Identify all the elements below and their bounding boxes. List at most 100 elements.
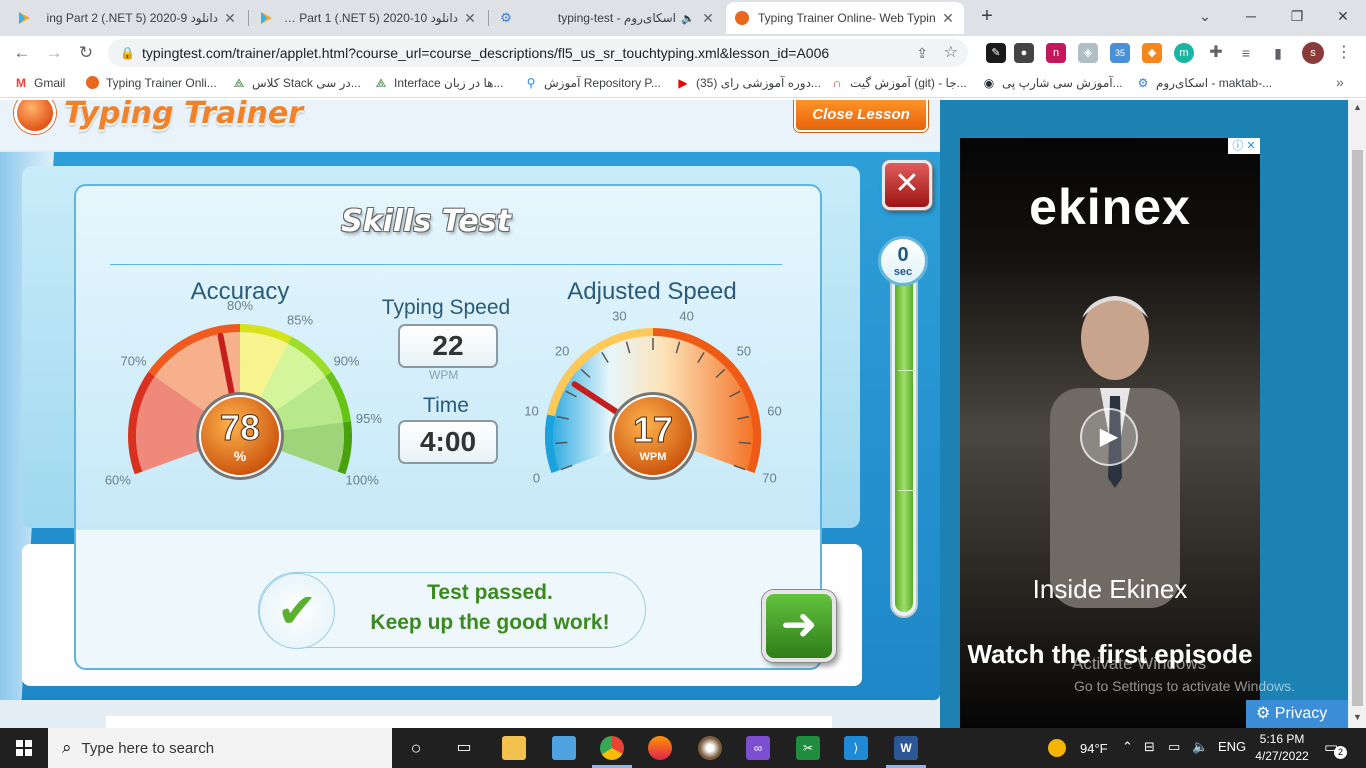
tab-2[interactable]: دانلود 10-2020 (NET 5.) ing Part 1 ✕ (250, 2, 486, 34)
play-video-icon[interactable]: ▶ (1080, 408, 1138, 466)
extension-m-icon[interactable]: m (1174, 43, 1194, 63)
vscode-icon[interactable]: ⟩ (844, 736, 868, 760)
minimize-button[interactable]: ─ (1228, 4, 1274, 28)
bookmark-youtube[interactable]: ▶ (35) دوره آموزشی رای... (676, 76, 821, 90)
tab-search-icon[interactable]: ⌄ (1182, 4, 1228, 28)
notification-center-icon[interactable]: ▭ 2 (1324, 738, 1347, 759)
bookmark-stack[interactable]: ⟁ کلاس Stack در سی... (232, 76, 361, 90)
time-value: 4:00 (398, 420, 498, 464)
reading-list-icon[interactable]: ≡ (1236, 43, 1256, 63)
extension-badge-icon[interactable]: 35 (1110, 43, 1130, 63)
bookmarks-overflow-icon[interactable]: » (1336, 74, 1344, 90)
windows-start-button[interactable] (0, 728, 48, 768)
extension-dots-icon[interactable]: ● (1014, 43, 1034, 63)
tab-4-active[interactable]: Typing Trainer Online- Web Typin ✕ (726, 2, 964, 34)
metamask-icon[interactable]: ◆ (1142, 43, 1162, 63)
next-arrow-button[interactable]: ➜ (762, 590, 836, 662)
side-panel-icon[interactable]: ▮ (1268, 43, 1288, 63)
typing-speed-value: 22 (398, 324, 498, 368)
bookmark-repository[interactable]: ⚲ آموزش Repository P... (524, 76, 661, 90)
privacy-button[interactable]: ⚙ Privacy (1246, 700, 1348, 728)
speed-tick-label: 30 (612, 309, 626, 324)
word-icon[interactable]: W (894, 736, 918, 760)
tray-chevron-icon[interactable]: ⌃ (1122, 739, 1133, 755)
bookmark-typing-trainer[interactable]: Typing Trainer Onli... (86, 76, 217, 90)
bookmark-interface[interactable]: ⟁ Interface ها در زبان... (374, 76, 504, 90)
browser-menu-icon[interactable]: ⋮ (1336, 42, 1352, 62)
bookmark-csharp[interactable]: ◉ آموزش سی شارپ پی... (982, 76, 1123, 90)
scroll-up-icon[interactable]: ▲ (1353, 102, 1362, 112)
tab-3[interactable]: ⚙ اسکای‌روم - typing-test 🔈 ✕ (490, 2, 724, 34)
close-dialog-button[interactable]: ✕ (882, 160, 932, 210)
extension-n-icon[interactable]: n (1046, 43, 1066, 63)
close-tab-icon[interactable]: ✕ (462, 10, 478, 27)
profile-avatar[interactable]: s (1302, 42, 1324, 64)
checkmark-icon: ✔ (259, 573, 335, 649)
close-tab-icon[interactable]: ✕ (700, 10, 716, 27)
back-icon[interactable]: ← (10, 41, 34, 65)
codelike-icon: ⟁ (375, 76, 387, 90)
lock-icon: 🔒 (120, 46, 135, 60)
network-icon[interactable]: ⊟ (1144, 739, 1155, 755)
file-explorer-icon[interactable] (502, 736, 526, 760)
bookmark-label: کلاس Stack در سی... (252, 76, 361, 90)
bookmark-gmail[interactable]: M Gmail (14, 76, 65, 90)
media-player-icon[interactable] (698, 736, 722, 760)
typing-trainer-icon (734, 10, 750, 26)
bookmark-label: Gmail (34, 76, 66, 90)
bookmark-label: آموزش Repository P... (544, 76, 661, 90)
speed-tick-label: 40 (679, 309, 693, 324)
skills-test-title: Skills Test (341, 204, 511, 239)
computer-icon[interactable] (552, 736, 576, 760)
bookmark-git[interactable]: ∩ آموزش گیت (git) - جا... (830, 76, 967, 90)
address-bar[interactable]: 🔒 typingtest.com/trainer/applet.html?cou… (108, 39, 968, 67)
language-indicator[interactable]: ENG (1218, 739, 1246, 754)
adjusted-speed-unit: WPM (640, 451, 667, 463)
extension-pen-icon[interactable]: ✎ (986, 43, 1006, 63)
new-tab-button[interactable]: + (976, 6, 998, 28)
maximize-button[interactable]: ❐ (1274, 4, 1320, 28)
accuracy-gauge: 60% 70% 80% 85% 90% 95% 100% 78 % (105, 300, 383, 487)
timer-unit: sec (893, 266, 913, 278)
ekinex-video-ad[interactable]: ekinex ▶ Inside Ekinex Watch the first e… (960, 138, 1260, 728)
reload-icon[interactable]: ↻ (74, 41, 98, 65)
typing-trainer-logo[interactable]: Typing Trainer (14, 100, 303, 134)
title-divider (110, 264, 782, 265)
scrollbar-thumb[interactable] (1352, 150, 1363, 706)
result-line-2: Keep up the good work! (370, 611, 610, 634)
scroll-down-icon[interactable]: ▼ (1353, 712, 1362, 722)
bookmark-star-icon[interactable]: ☆ (944, 39, 958, 67)
display-icon[interactable]: ▭ (1168, 739, 1180, 755)
url-text: typingtest.com/trainer/applet.html?cours… (142, 45, 830, 61)
task-view-icon[interactable]: ▭ (452, 736, 476, 760)
volume-icon[interactable]: 🔈 (1192, 739, 1208, 755)
firefox-icon[interactable] (648, 736, 672, 760)
tab-title: Typing Trainer Online- Web Typin (758, 11, 936, 25)
timer-progress-fill (895, 252, 916, 612)
close-window-button[interactable]: ✕ (1320, 4, 1366, 28)
forward-icon[interactable]: → (42, 41, 66, 65)
cortana-icon[interactable]: ○ (404, 736, 428, 760)
extension-shield-icon[interactable]: ◈ (1078, 43, 1098, 63)
bookmark-skyroom[interactable]: ⚙ اسکای‌روم - maktab-... (1136, 76, 1273, 90)
ad-choices-icon[interactable]: ⓘ ✕ (1228, 138, 1260, 154)
accuracy-tick-label: 80% (227, 300, 253, 313)
weather-widget[interactable]: 94°F (1048, 739, 1108, 757)
page-scrollbar[interactable]: ▲ ▼ (1349, 100, 1366, 728)
close-lesson-button[interactable]: Close Lesson (794, 100, 928, 132)
close-tab-icon[interactable]: ✕ (940, 10, 956, 27)
close-tab-icon[interactable]: ✕ (222, 10, 238, 27)
snipping-tool-icon[interactable]: ✂ (796, 736, 820, 760)
taskbar-search[interactable]: ⌕ Type here to search (48, 728, 392, 768)
bookmark-label: Interface ها در زبان... (394, 76, 504, 90)
visual-studio-icon[interactable]: ∞ (746, 736, 770, 760)
chrome-icon[interactable] (600, 736, 624, 760)
mute-icon[interactable]: 🔈 (680, 12, 696, 25)
result-line-1: Test passed. (427, 581, 553, 604)
extensions-puzzle-icon[interactable]: ✚ (1206, 43, 1226, 63)
share-icon[interactable]: ⇪ (916, 39, 928, 67)
bookmarks-bar: M Gmail Typing Trainer Onli... ⟁ کلاس Stac… (0, 70, 1366, 98)
speed-tick-label: 50 (737, 344, 751, 359)
system-clock[interactable]: 5:16 PM 4/27/2022 (1250, 731, 1314, 765)
tab-1[interactable]: دانلود 9-2020 (NET 5.) ing Part 2 ✕ (8, 2, 246, 34)
